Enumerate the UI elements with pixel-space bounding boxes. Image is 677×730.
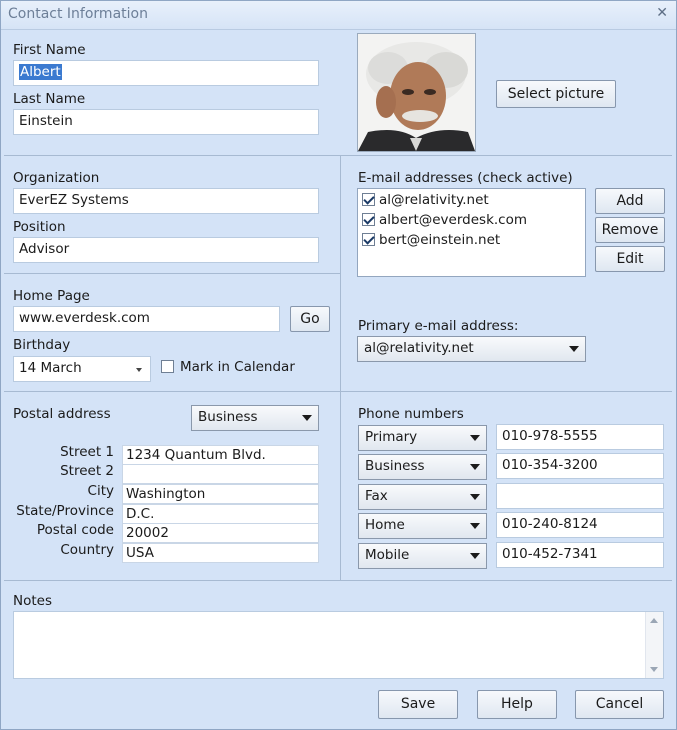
email-active-checkbox[interactable] <box>362 213 375 226</box>
title-bar[interactable]: Contact Information ✕ <box>1 1 676 30</box>
scroll-up-icon[interactable] <box>650 618 658 623</box>
phone-type-select[interactable]: Fax <box>358 484 487 510</box>
city-input[interactable]: Washington <box>122 484 319 504</box>
chevron-down-icon <box>470 435 480 441</box>
save-button[interactable]: Save <box>378 690 458 719</box>
divider <box>4 273 340 274</box>
birthday-value: 14 March <box>19 360 82 376</box>
phone-number-input[interactable]: 010-978-5555 <box>496 424 664 450</box>
country-input[interactable]: USA <box>122 543 319 563</box>
street2-label: Street 2 <box>60 463 114 479</box>
country-label: Country <box>60 542 114 558</box>
phone-numbers-label: Phone numbers <box>358 406 464 422</box>
street1-label: Street 1 <box>60 444 114 460</box>
phone-type-value: Business <box>365 458 425 474</box>
phone-type-select[interactable]: Business <box>358 454 487 480</box>
mark-in-calendar-label: Mark in Calendar <box>180 359 295 375</box>
chevron-down-icon <box>569 346 579 352</box>
birthday-label: Birthday <box>13 337 71 353</box>
city-label: City <box>87 483 114 499</box>
last-name-input[interactable]: Einstein <box>13 109 319 135</box>
phone-type-value: Fax <box>365 488 388 504</box>
phone-type-select[interactable]: Home <box>358 513 487 539</box>
first-name-value: Albert <box>19 64 62 80</box>
postal-code-input[interactable]: 20002 <box>122 523 319 543</box>
add-email-button[interactable]: Add <box>595 188 665 214</box>
divider <box>4 391 672 392</box>
postal-type-value: Business <box>198 409 258 425</box>
close-icon[interactable]: ✕ <box>656 5 668 21</box>
street2-input[interactable] <box>122 464 319 484</box>
position-label: Position <box>13 219 66 235</box>
mark-in-calendar[interactable]: Mark in Calendar <box>161 359 295 375</box>
home-page-label: Home Page <box>13 288 90 304</box>
email-address: albert@everdesk.com <box>379 212 528 228</box>
email-addresses-label: E-mail addresses (check active) <box>358 170 573 186</box>
contact-dialog: Contact Information ✕ First Name Albert … <box>0 0 677 730</box>
select-picture-button[interactable]: Select picture <box>496 80 616 108</box>
email-active-checkbox[interactable] <box>362 193 375 206</box>
email-item[interactable]: albert@everdesk.com <box>358 210 585 230</box>
notes-label: Notes <box>13 593 52 609</box>
phone-type-select[interactable]: Mobile <box>358 543 487 569</box>
divider <box>4 580 672 581</box>
phone-type-value: Home <box>365 517 405 533</box>
state-label: State/Province <box>16 503 114 519</box>
remove-email-button[interactable]: Remove <box>595 217 665 243</box>
phone-type-value: Primary <box>365 429 418 445</box>
street1-input[interactable]: 1234 Quantum Blvd. <box>122 445 319 465</box>
email-item[interactable]: bert@einstein.net <box>358 230 585 250</box>
phone-number-input[interactable]: 010-452-7341 <box>496 542 664 568</box>
organization-label: Organization <box>13 170 100 186</box>
go-button[interactable]: Go <box>290 306 330 332</box>
divider <box>340 155 341 391</box>
chevron-down-icon <box>302 415 312 421</box>
divider <box>340 391 341 580</box>
primary-email-select[interactable]: al@relativity.net <box>357 336 586 362</box>
postal-code-label: Postal code <box>36 522 114 538</box>
email-item[interactable]: al@relativity.net <box>358 190 585 210</box>
contact-photo <box>357 33 476 152</box>
first-name-label: First Name <box>13 42 86 58</box>
chevron-down-icon <box>136 368 142 372</box>
postal-type-select[interactable]: Business <box>191 405 319 431</box>
portrait-image <box>358 34 475 151</box>
primary-email-value: al@relativity.net <box>364 340 474 356</box>
phone-number-input[interactable]: 010-354-3200 <box>496 453 664 479</box>
notes-scrollbar[interactable] <box>645 612 663 678</box>
postal-address-label: Postal address <box>13 406 111 422</box>
email-address: bert@einstein.net <box>379 232 501 248</box>
organization-input[interactable]: EverEZ Systems <box>13 188 319 214</box>
email-list[interactable]: al@relativity.net albert@everdesk.com be… <box>357 188 586 277</box>
chevron-down-icon <box>470 494 480 500</box>
first-name-input[interactable]: Albert <box>13 60 319 86</box>
chevron-down-icon <box>470 464 480 470</box>
birthday-picker[interactable]: 14 March <box>13 356 151 382</box>
home-page-input[interactable]: www.everdesk.com <box>13 306 280 332</box>
window-title: Contact Information <box>8 6 148 22</box>
chevron-down-icon <box>470 553 480 559</box>
mark-in-calendar-checkbox[interactable] <box>161 360 174 373</box>
position-input[interactable]: Advisor <box>13 237 319 263</box>
chevron-down-icon <box>470 523 480 529</box>
notes-textarea[interactable] <box>13 611 664 679</box>
edit-email-button[interactable]: Edit <box>595 246 665 272</box>
state-input[interactable]: D.C. <box>122 504 319 524</box>
scroll-down-icon[interactable] <box>650 667 658 672</box>
phone-type-value: Mobile <box>365 547 410 563</box>
help-button[interactable]: Help <box>477 690 557 719</box>
divider <box>4 155 672 156</box>
last-name-label: Last Name <box>13 91 86 107</box>
primary-email-label: Primary e-mail address: <box>358 318 519 334</box>
phone-type-select[interactable]: Primary <box>358 425 487 451</box>
phone-number-input[interactable] <box>496 483 664 509</box>
cancel-button[interactable]: Cancel <box>575 690 664 719</box>
email-address: al@relativity.net <box>379 192 489 208</box>
phone-number-input[interactable]: 010-240-8124 <box>496 512 664 538</box>
email-active-checkbox[interactable] <box>362 233 375 246</box>
